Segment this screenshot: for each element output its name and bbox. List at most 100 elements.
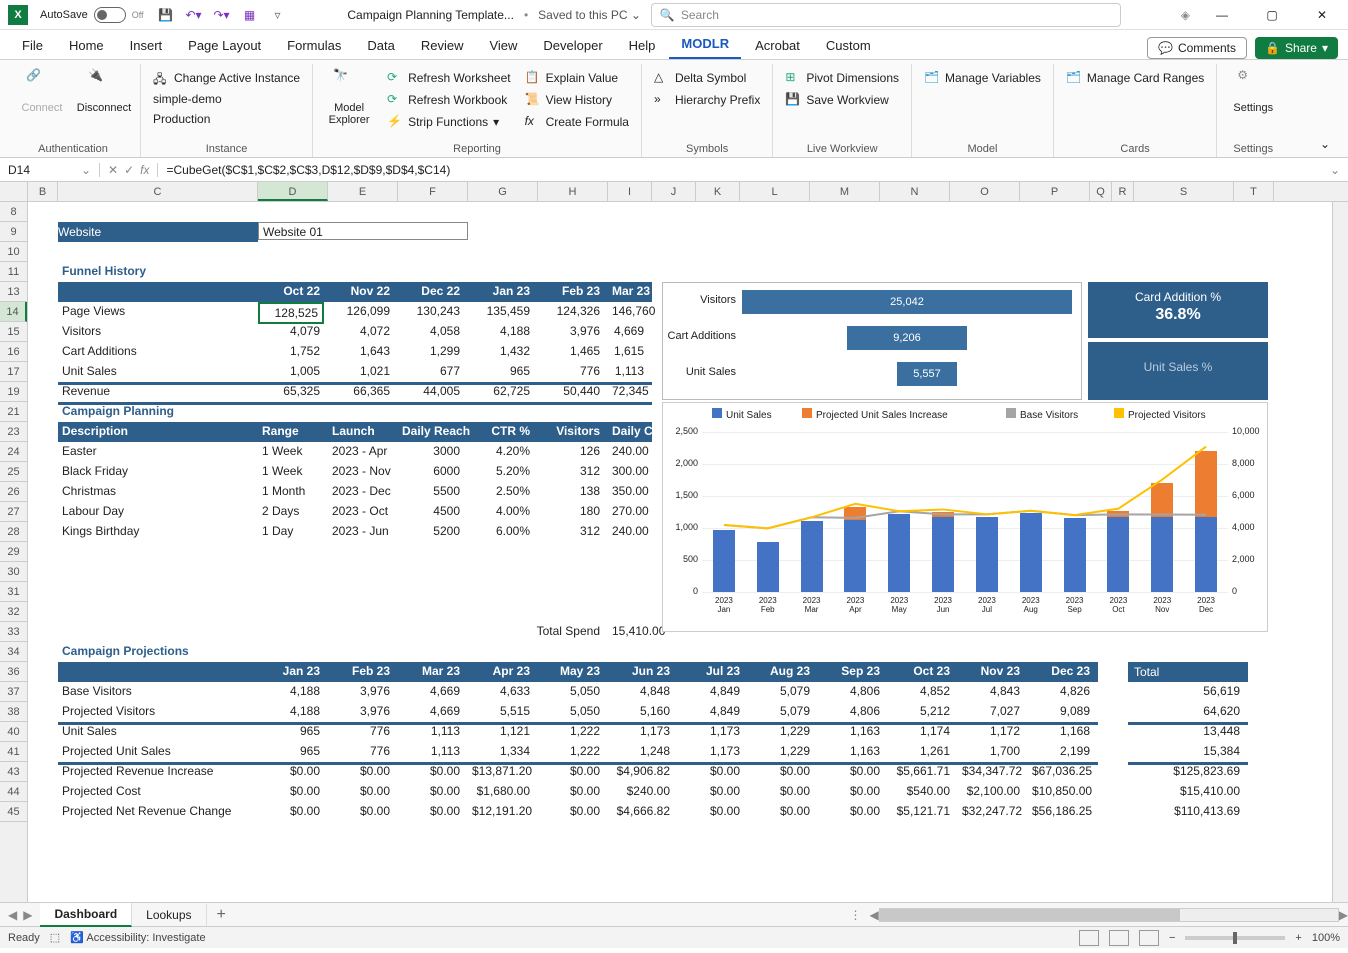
column-header-M[interactable]: M [810, 182, 880, 201]
row-header-45[interactable]: 45 [0, 802, 27, 822]
proj-cell[interactable]: 1,229 [748, 742, 814, 760]
campaign-range[interactable]: 1 Month [258, 482, 309, 500]
row-header-34[interactable]: 34 [0, 642, 27, 662]
proj-cell[interactable]: 3,976 [328, 702, 394, 720]
row-header-11[interactable]: 11 [0, 262, 27, 282]
campaign-ctr[interactable]: 5.20% [468, 462, 534, 480]
delta-symbol-button[interactable]: △Delta Symbol [650, 68, 764, 88]
chevron-down-icon[interactable]: ⌄ [81, 163, 91, 177]
campaign-desc[interactable]: Easter [58, 442, 101, 460]
row-header-30[interactable]: 30 [0, 562, 27, 582]
proj-cell[interactable]: $0.00 [678, 782, 744, 800]
proj-cell[interactable]: 4,633 [468, 682, 534, 700]
next-sheet-icon[interactable]: ▶ [23, 908, 32, 922]
zoom-slider[interactable] [1185, 936, 1285, 940]
tab-home[interactable]: Home [57, 32, 116, 59]
tab-data[interactable]: Data [355, 32, 406, 59]
tab-insert[interactable]: Insert [118, 32, 175, 59]
funnel-cell[interactable]: 1,005 [258, 362, 324, 380]
campaign-ctr[interactable]: 4.00% [468, 502, 534, 520]
sheet-tab-lookups[interactable]: Lookups [132, 904, 206, 926]
page-break-view-button[interactable] [1139, 930, 1159, 946]
tab-view[interactable]: View [477, 32, 529, 59]
campaign-visitors[interactable]: 312 [538, 462, 604, 480]
row-header-41[interactable]: 41 [0, 742, 27, 762]
proj-cell[interactable]: $0.00 [328, 802, 394, 820]
proj-cell[interactable]: 4,849 [678, 702, 744, 720]
ribbon-collapse-button[interactable]: ⌄ [1308, 131, 1342, 157]
row-header-33[interactable]: 33 [0, 622, 27, 642]
proj-cell[interactable]: $12,191.20 [468, 802, 534, 820]
website-value-cell[interactable]: Website 01 [258, 222, 468, 240]
accept-formula-icon[interactable]: ✓ [124, 163, 134, 177]
proj-total-cell[interactable]: 56,619 [1128, 682, 1244, 700]
proj-cell[interactable]: 2,199 [1028, 742, 1094, 760]
proj-cell[interactable]: $240.00 [608, 782, 674, 800]
tab-review[interactable]: Review [409, 32, 476, 59]
row-header-31[interactable]: 31 [0, 582, 27, 602]
proj-cell[interactable]: $0.00 [538, 802, 604, 820]
proj-cell[interactable]: $4,666.82 [608, 802, 674, 820]
proj-cell[interactable]: 4,806 [818, 682, 884, 700]
proj-cell[interactable]: 4,843 [958, 682, 1024, 700]
funnel-cell[interactable]: 1,643 [328, 342, 394, 360]
funnel-cell[interactable]: 4,072 [328, 322, 394, 340]
proj-cell[interactable]: $56,186.25 [1028, 802, 1094, 820]
funnel-cell[interactable]: 1,752 [258, 342, 324, 360]
maximize-button[interactable]: ▢ [1254, 1, 1290, 29]
tab-page-layout[interactable]: Page Layout [176, 32, 273, 59]
proj-cell[interactable]: 3,976 [328, 682, 394, 700]
campaign-range[interactable]: 2 Days [258, 502, 303, 520]
row-header-36[interactable]: 36 [0, 662, 27, 682]
column-header-R[interactable]: R [1112, 182, 1134, 201]
refresh-worksheet-button[interactable]: ⟳Refresh Worksheet [383, 68, 515, 88]
column-header-F[interactable]: F [398, 182, 468, 201]
proj-cell[interactable]: $0.00 [678, 802, 744, 820]
macro-rec-icon[interactable]: ⬚ [50, 931, 60, 944]
proj-cell[interactable]: 965 [258, 742, 324, 760]
proj-cell[interactable]: 9,089 [1028, 702, 1094, 720]
pivot-dimensions-button[interactable]: ⊞Pivot Dimensions [781, 68, 903, 88]
funnel-cell[interactable]: 1,615 [608, 342, 648, 360]
campaign-visitors[interactable]: 126 [538, 442, 604, 460]
page-layout-view-button[interactable] [1109, 930, 1129, 946]
campaign-launch[interactable]: 2023 - Nov [328, 462, 395, 480]
change-instance-button[interactable]: 🖧Change Active Instance [149, 68, 304, 88]
funnel-cell[interactable]: 1,432 [468, 342, 534, 360]
campaign-launch[interactable]: 2023 - Jun [328, 522, 393, 540]
comments-button[interactable]: 💬Comments [1147, 37, 1247, 59]
campaign-visitors[interactable]: 180 [538, 502, 604, 520]
proj-cell[interactable]: 4,849 [678, 682, 744, 700]
proj-cell[interactable]: 4,188 [258, 702, 324, 720]
campaign-reach[interactable]: 6000 [398, 462, 464, 480]
save-icon[interactable]: 💾 [156, 5, 176, 25]
campaign-cost[interactable]: 300.00 [608, 462, 648, 480]
funnel-cell[interactable]: 128,525 [258, 302, 324, 324]
funnel-cell[interactable]: 4,079 [258, 322, 324, 340]
tab-split-icon[interactable]: ⋮ [842, 908, 870, 922]
column-header-T[interactable]: T [1234, 182, 1274, 201]
view-history-button[interactable]: 📜View History [521, 90, 633, 110]
zoom-in-button[interactable]: + [1295, 932, 1301, 944]
proj-cell[interactable]: 4,848 [608, 682, 674, 700]
funnel-cell[interactable]: 135,459 [468, 302, 534, 320]
proj-cell[interactable]: 5,212 [888, 702, 954, 720]
row-header-8[interactable]: 8 [0, 202, 27, 222]
row-header-29[interactable]: 29 [0, 542, 27, 562]
campaign-ctr[interactable]: 2.50% [468, 482, 534, 500]
campaign-reach[interactable]: 3000 [398, 442, 464, 460]
campaign-desc[interactable]: Labour Day [58, 502, 128, 520]
column-header-E[interactable]: E [328, 182, 398, 201]
campaign-range[interactable]: 1 Week [258, 442, 306, 460]
proj-total-cell[interactable]: 15,384 [1128, 742, 1244, 760]
proj-cell[interactable]: 1,334 [468, 742, 534, 760]
funnel-cell[interactable]: 3,976 [538, 322, 604, 340]
proj-cell[interactable]: 4,188 [258, 682, 324, 700]
scroll-left-icon[interactable]: ◀ [870, 908, 879, 922]
proj-cell[interactable]: $540.00 [888, 782, 954, 800]
row-header-38[interactable]: 38 [0, 702, 27, 722]
column-header-O[interactable]: O [950, 182, 1020, 201]
strip-functions-button[interactable]: ⚡Strip Functions ▾ [383, 112, 515, 132]
zoom-out-button[interactable]: − [1169, 932, 1175, 944]
save-status[interactable]: Saved to this PC ⌄ [538, 8, 641, 22]
